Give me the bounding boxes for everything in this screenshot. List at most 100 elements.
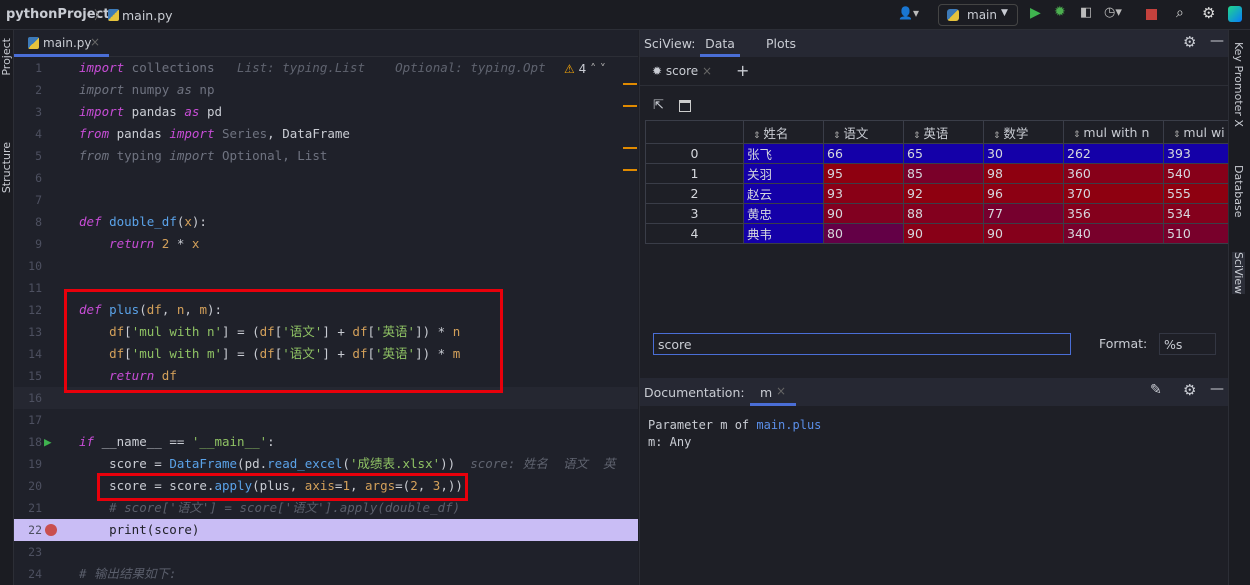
structure-tool-button[interactable]: Structure (0, 142, 13, 193)
line-number[interactable]: 17 (14, 409, 42, 431)
column-header[interactable]: ⇕ 姓名 (743, 120, 824, 144)
window-icon[interactable] (679, 100, 691, 112)
run-config-dropdown[interactable]: main ▼ (938, 4, 1018, 26)
table-cell[interactable]: 92 (903, 183, 984, 204)
tab-data[interactable]: Data (700, 36, 740, 57)
search-icon[interactable]: ⌕ (1176, 5, 1184, 21)
line-number[interactable]: 22 (14, 519, 42, 541)
table-cell[interactable]: 85 (903, 163, 984, 184)
line-number[interactable]: 12 (14, 299, 42, 321)
row-index[interactable]: 2 (645, 183, 744, 204)
table-cell[interactable]: 262 (1063, 143, 1164, 164)
table-cell[interactable]: 90 (983, 223, 1064, 244)
line-number[interactable]: 20 (14, 475, 42, 497)
column-header[interactable]: ⇕ mul wi (1163, 120, 1229, 144)
doc-link[interactable]: main.plus (756, 418, 821, 432)
table-cell[interactable]: 540 (1163, 163, 1229, 184)
code-line[interactable]: 8 def double_df(x): (14, 211, 638, 233)
table-cell[interactable]: 90 (903, 223, 984, 244)
table-cell[interactable]: 393 (1163, 143, 1229, 164)
project-tool-button[interactable]: Project (0, 38, 13, 76)
minimize-icon[interactable]: — (1210, 33, 1224, 49)
table-cell[interactable]: 340 (1063, 223, 1164, 244)
table-cell[interactable]: 77 (983, 203, 1064, 224)
line-number[interactable]: 2 (14, 79, 42, 101)
table-cell[interactable]: 关羽 (743, 163, 824, 184)
line-number[interactable]: 18 (14, 431, 42, 453)
expression-input[interactable]: score (653, 333, 1071, 355)
table-cell[interactable]: 30 (983, 143, 1064, 164)
line-number[interactable]: 3 (14, 101, 42, 123)
code-line[interactable]: 5 from typing import Optional, List (14, 145, 638, 167)
close-icon[interactable]: × (702, 64, 712, 78)
jetbrains-toolbox-icon[interactable] (1228, 6, 1242, 22)
table-cell[interactable]: 510 (1163, 223, 1229, 244)
warning-marker[interactable] (623, 83, 637, 85)
table-cell[interactable]: 66 (823, 143, 904, 164)
variable-tab-score[interactable]: ✹ score × (652, 64, 712, 78)
code-line[interactable]: 23 (14, 541, 638, 563)
line-number[interactable]: 24 (14, 563, 42, 585)
sciview-tool-button[interactable]: SciView (1232, 252, 1245, 295)
code-line[interactable]: 6 (14, 167, 638, 189)
coverage-icon[interactable]: ◧ (1080, 5, 1092, 20)
stop-icon[interactable] (1146, 9, 1157, 20)
table-cell[interactable]: 88 (903, 203, 984, 224)
close-icon[interactable]: × (90, 35, 100, 49)
run-gutter-icon[interactable]: ▶ (44, 431, 52, 453)
doc-tab-m[interactable]: m × (750, 378, 796, 406)
line-number[interactable]: 10 (14, 255, 42, 277)
line-number[interactable]: 23 (14, 541, 42, 563)
code-line[interactable]: 9 return 2 * x (14, 233, 638, 255)
tab-main-py[interactable]: main.py × (14, 30, 109, 57)
table-cell[interactable]: 96 (983, 183, 1064, 204)
table-cell[interactable]: 98 (983, 163, 1064, 184)
user-icon[interactable]: 👤▾ (898, 6, 919, 20)
table-row[interactable]: 3 黄忠 90 88 77 356 534 (645, 203, 1229, 224)
code-line[interactable]: 10 (14, 255, 638, 277)
row-index[interactable]: 3 (645, 203, 744, 224)
line-number[interactable]: 6 (14, 167, 42, 189)
breadcrumb-file[interactable]: main.py (122, 8, 173, 23)
row-index[interactable]: 4 (645, 223, 744, 244)
row-index[interactable]: 1 (645, 163, 744, 184)
code-line[interactable]: 24 # 输出结果如下: (14, 563, 638, 585)
line-number[interactable]: 19 (14, 453, 42, 475)
table-cell[interactable]: 356 (1063, 203, 1164, 224)
table-cell[interactable]: 534 (1163, 203, 1229, 224)
debug-icon[interactable]: ✹ (1054, 4, 1066, 20)
line-number[interactable]: 15 (14, 365, 42, 387)
line-number[interactable]: 1 (14, 57, 42, 79)
table-row[interactable]: 2 赵云 93 92 96 370 555 (645, 183, 1229, 204)
gear-icon[interactable]: ⚙ (1183, 381, 1196, 399)
tab-plots[interactable]: Plots (766, 36, 796, 51)
key-promoter-tool-button[interactable]: Key Promoter X (1232, 42, 1245, 127)
code-line[interactable]: 1 import collections List: typing.List Op… (14, 57, 638, 79)
column-header[interactable] (645, 120, 744, 144)
profile-icon[interactable]: ◷▾ (1104, 5, 1122, 20)
add-icon[interactable]: + (736, 61, 749, 80)
line-number[interactable]: 4 (14, 123, 42, 145)
table-cell[interactable]: 张飞 (743, 143, 824, 164)
gear-icon[interactable]: ⚙ (1183, 33, 1196, 51)
breakpoint-icon[interactable] (45, 524, 57, 536)
line-number[interactable]: 9 (14, 233, 42, 255)
gear-icon[interactable]: ⚙ (1202, 4, 1215, 22)
row-index[interactable]: 0 (645, 143, 744, 164)
table-cell[interactable]: 赵云 (743, 183, 824, 204)
line-number[interactable]: 8 (14, 211, 42, 233)
line-number[interactable]: 13 (14, 321, 42, 343)
data-table-container[interactable]: ⇕ 姓名 ⇕ 语文 ⇕ 英语 ⇕ 数学 ⇕ mul with n ⇕ mul wi 0 张飞 6… (645, 120, 1229, 325)
table-row[interactable]: 4 典韦 80 90 90 340 510 (645, 223, 1229, 244)
edit-icon[interactable]: ✎ (1150, 382, 1162, 398)
table-cell[interactable]: 90 (823, 203, 904, 224)
line-number[interactable]: 21 (14, 497, 42, 519)
column-header[interactable]: ⇕ 数学 (983, 120, 1064, 144)
code-line[interactable]: 18 if __name__ == '__main__': ▶ (14, 431, 638, 453)
close-icon[interactable]: × (776, 384, 786, 398)
line-number[interactable]: 5 (14, 145, 42, 167)
sort-icon[interactable]: ⇕ (987, 131, 1003, 141)
data-table[interactable]: ⇕ 姓名 ⇕ 语文 ⇕ 英语 ⇕ 数学 ⇕ mul with n ⇕ mul wi 0 张飞 6… (645, 120, 1229, 244)
table-cell[interactable]: 黄忠 (743, 203, 824, 224)
table-cell[interactable]: 65 (903, 143, 984, 164)
